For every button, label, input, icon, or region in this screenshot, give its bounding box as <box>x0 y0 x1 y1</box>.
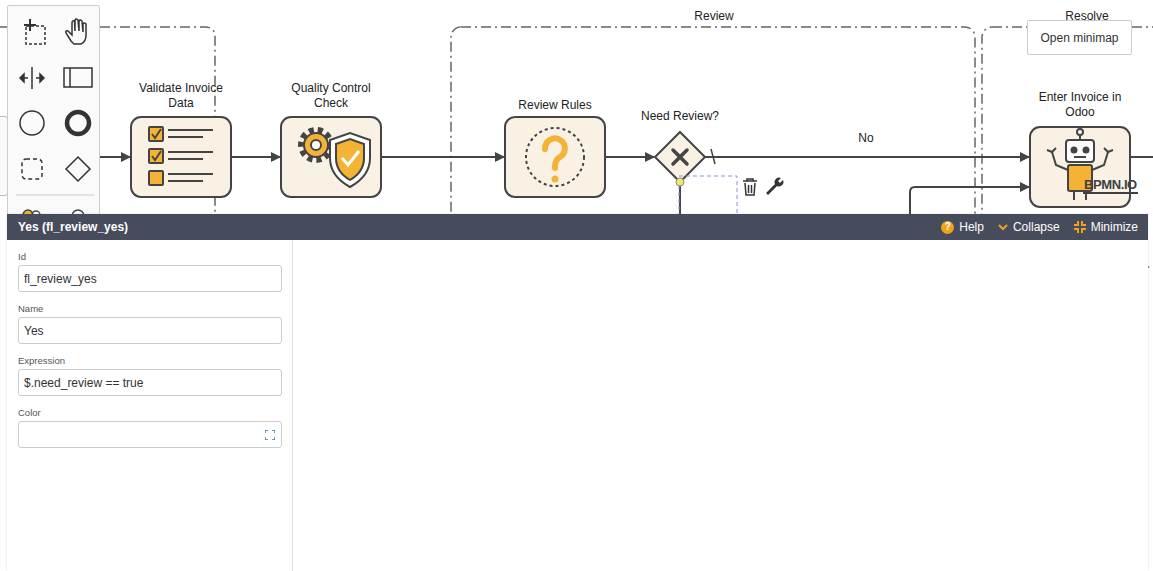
field-label: Id <box>18 251 282 263</box>
pool-icon[interactable] <box>64 68 92 87</box>
quality-shield-icon <box>301 130 370 187</box>
group-label: Review <box>664 9 764 24</box>
minimize-icon <box>1074 221 1086 233</box>
properties-form: Id Name Expression Color <box>7 240 293 571</box>
no-flow[interactable] <box>705 156 1029 158</box>
collapse-label: Collapse <box>1013 220 1060 234</box>
task-validate[interactable] <box>131 117 231 197</box>
question-icon <box>526 128 584 186</box>
task-label: Quality Control Check <box>281 81 381 111</box>
exclusive-x-icon <box>673 150 687 164</box>
color-picker-icon[interactable] <box>265 430 275 440</box>
task-quality[interactable] <box>281 117 381 197</box>
minimize-button[interactable]: Minimize <box>1074 220 1138 234</box>
task-label: Review Rules <box>505 98 605 113</box>
field-label: Expression <box>18 355 282 367</box>
help-button[interactable]: ? Help <box>941 220 984 234</box>
expression-input[interactable] <box>18 369 282 396</box>
hand-icon[interactable] <box>66 19 86 44</box>
name-input[interactable] <box>18 317 282 344</box>
space-tool-icon[interactable] <box>20 67 44 89</box>
properties-title: Yes (fl_review_yes) <box>18 220 128 234</box>
id-input[interactable] <box>18 265 282 292</box>
tool-palette[interactable] <box>7 5 100 220</box>
field-label: Color <box>18 407 282 419</box>
chevron-down-icon <box>998 223 1008 231</box>
open-minimap-button[interactable]: Open minimap <box>1027 20 1132 55</box>
minimize-label: Minimize <box>1091 220 1138 234</box>
task-enter-odoo[interactable] <box>1030 127 1130 207</box>
gateway-tool-icon[interactable] <box>66 157 90 181</box>
end-event-icon[interactable] <box>67 112 89 134</box>
color-input[interactable] <box>18 421 282 448</box>
gateway[interactable] <box>655 132 705 182</box>
lasso-icon[interactable] <box>24 19 45 44</box>
task-review-rules[interactable] <box>505 117 605 197</box>
trash-icon[interactable] <box>743 179 757 195</box>
field-label: Name <box>18 303 282 315</box>
collapse-button[interactable]: Collapse <box>998 220 1060 234</box>
task-label: Validate Invoice Data <box>131 81 231 111</box>
properties-header: Yes (fl_review_yes) ? Help Collapse Mini… <box>7 214 1148 240</box>
help-label: Help <box>959 220 984 234</box>
checklist-icon <box>149 127 213 185</box>
start-event-icon[interactable] <box>20 111 44 135</box>
properties-panel: Yes (fl_review_yes) ? Help Collapse Mini… <box>7 214 1148 571</box>
task-label: Enter Invoice in Odoo <box>1030 90 1130 120</box>
gateway-label: Need Review? <box>620 109 740 124</box>
flow-label: No <box>836 131 896 146</box>
properties-empty-area <box>293 240 1148 571</box>
help-icon: ? <box>941 221 954 234</box>
wrench-icon[interactable] <box>766 178 783 195</box>
subprocess-icon[interactable] <box>22 159 42 179</box>
palette-tools <box>8 6 101 219</box>
bpmn-io-logo[interactable]: BPMN.IO <box>1083 177 1138 194</box>
